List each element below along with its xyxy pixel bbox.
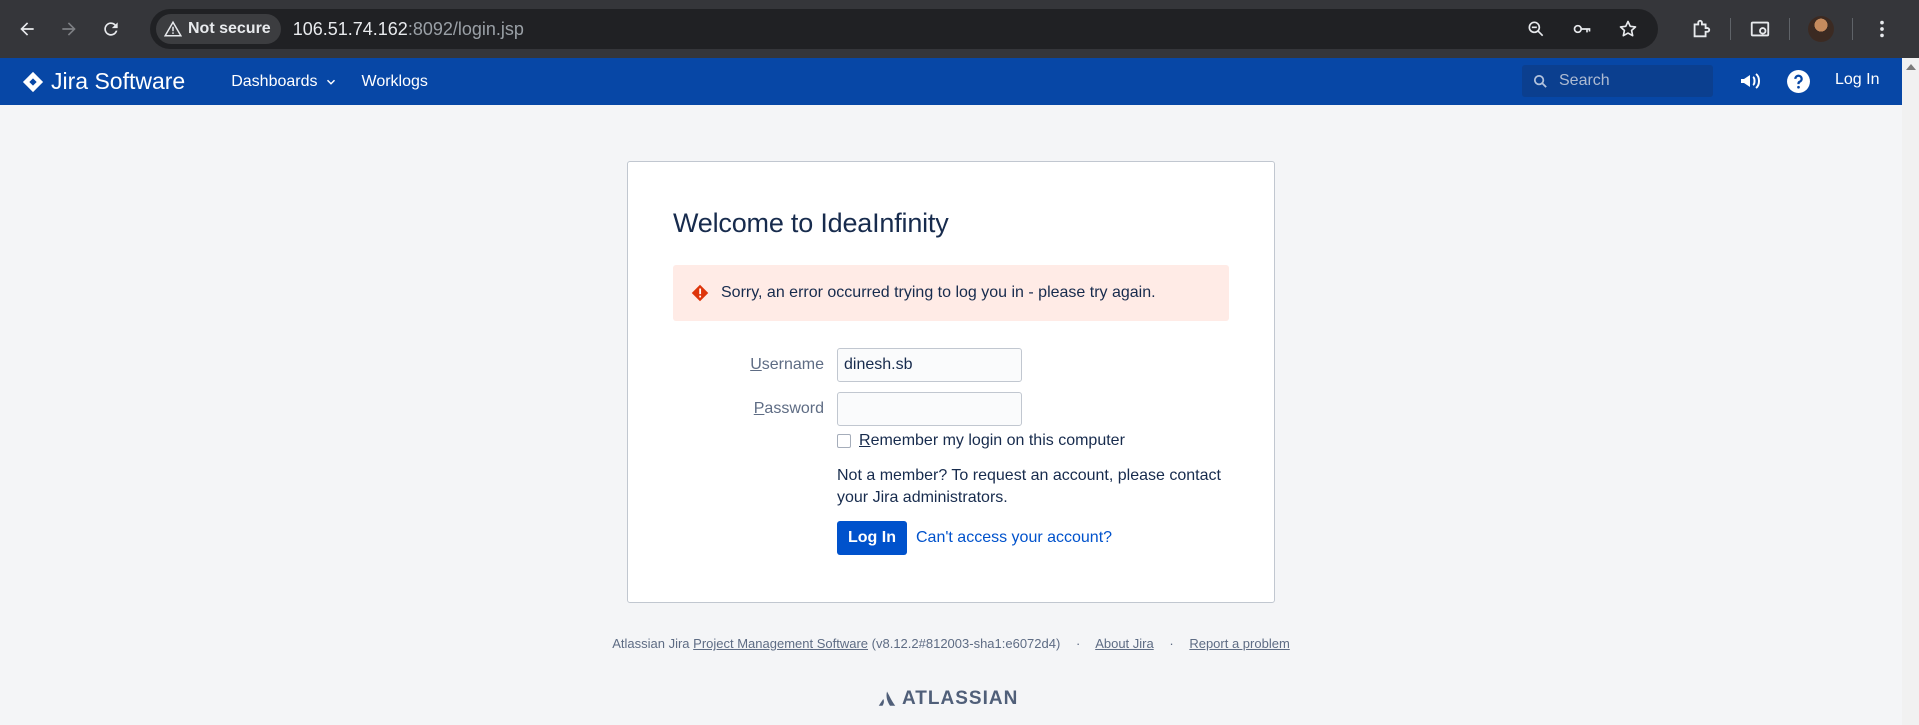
nav-worklogs-label: Worklogs [361, 72, 428, 90]
remember-me[interactable]: Remember my login on this computer [837, 432, 1125, 450]
about-jira-link[interactable]: About Jira [1095, 636, 1154, 651]
menu-icon[interactable] [1871, 18, 1893, 40]
help-icon[interactable] [1785, 68, 1811, 94]
footer-separator: · [1075, 636, 1081, 651]
search-input[interactable] [1559, 72, 1699, 90]
announcement-icon[interactable] [1737, 68, 1763, 94]
username-label-rest: sername [761, 356, 824, 373]
atlassian-logo[interactable]: ATLASSIAN [878, 688, 1018, 710]
username-field[interactable] [837, 348, 1022, 382]
nav-dashboards-label: Dashboards [231, 72, 318, 90]
page-title: Welcome to IdeaInfinity [673, 208, 949, 238]
error-banner: Sorry, an error occurred trying to log y… [673, 265, 1229, 321]
search-box[interactable] [1522, 65, 1713, 97]
login-button[interactable]: Log In [837, 521, 907, 555]
remember-label-accesskey: R [859, 432, 871, 449]
security-chip[interactable]: Not secure [156, 14, 281, 44]
app-header: Jira Software Dashboards Worklogs Log In [0, 58, 1902, 105]
remember-label-rest: emember my login on this computer [870, 432, 1125, 449]
zoom-icon[interactable] [1526, 19, 1546, 39]
url-text[interactable]: 106.51.74.162:8092/login.jsp [293, 19, 524, 40]
page-footer: Atlassian Jira Project Management Softwa… [0, 636, 1902, 651]
back-icon[interactable] [12, 14, 42, 44]
remember-label: Remember my login on this computer [859, 432, 1125, 450]
page-scrollbar[interactable] [1902, 58, 1919, 725]
chevron-down-icon [326, 79, 335, 85]
reload-icon[interactable] [96, 14, 126, 44]
atlassian-mark-icon [878, 691, 896, 706]
address-bar[interactable]: Not secure 106.51.74.162:8092/login.jsp [150, 9, 1658, 49]
toolbar-divider [1730, 18, 1731, 40]
login-card: Welcome to IdeaInfinity Sorry, an error … [627, 161, 1275, 603]
browser-toolbar: Not secure 106.51.74.162:8092/login.jsp [0, 0, 1919, 58]
pm-software-link[interactable]: Project Management Software [693, 636, 868, 651]
url-host: 106.51.74.162 [292, 18, 408, 39]
nav-worklogs[interactable]: Worklogs [362, 73, 428, 91]
remember-checkbox[interactable] [837, 434, 851, 448]
password-label-rest: assword [764, 400, 824, 417]
atlassian-brand-text: ATLASSIAN [902, 688, 1019, 709]
password-label-accesskey: P [753, 400, 765, 417]
logo-text: Jira Software [51, 68, 186, 94]
jira-diamond-icon [22, 71, 44, 92]
warning-icon [164, 20, 182, 37]
forward-icon[interactable] [54, 14, 84, 44]
bookmark-star-icon[interactable] [1618, 19, 1638, 39]
extensions-icon[interactable] [1690, 18, 1712, 40]
footer-version: (v8.12.2#812003-sha1:e6072d4) [871, 636, 1061, 651]
url-path: :8092/login.jsp [407, 18, 524, 39]
error-icon [691, 284, 709, 302]
footer-prefix: Atlassian Jira [612, 636, 690, 651]
password-field[interactable] [837, 392, 1022, 426]
security-label: Not secure [188, 20, 271, 37]
jira-logo[interactable]: Jira Software [22, 68, 185, 95]
toolbar-divider [1852, 18, 1853, 40]
password-label: Password [684, 400, 824, 418]
header-login-link[interactable]: Log In [1835, 71, 1879, 89]
username-label: Username [684, 356, 824, 374]
footer-separator: · [1169, 636, 1174, 651]
error-message: Sorry, an error occurred trying to log y… [721, 284, 1156, 301]
profile-avatar[interactable] [1808, 16, 1834, 42]
request-account-text: Not a member? To request an account, ple… [837, 467, 1221, 506]
search-icon [1533, 74, 1547, 88]
toolbar-divider [1789, 18, 1790, 40]
username-label-accesskey: U [750, 356, 762, 373]
scroll-up-arrow-icon[interactable] [1905, 64, 1916, 70]
report-problem-link[interactable]: Report a problem [1189, 636, 1289, 651]
media-search-icon[interactable] [1749, 18, 1771, 40]
key-icon[interactable] [1572, 19, 1592, 39]
cant-access-link[interactable]: Can't access your account? [916, 529, 1112, 547]
nav-dashboards[interactable]: Dashboards [231, 73, 337, 91]
